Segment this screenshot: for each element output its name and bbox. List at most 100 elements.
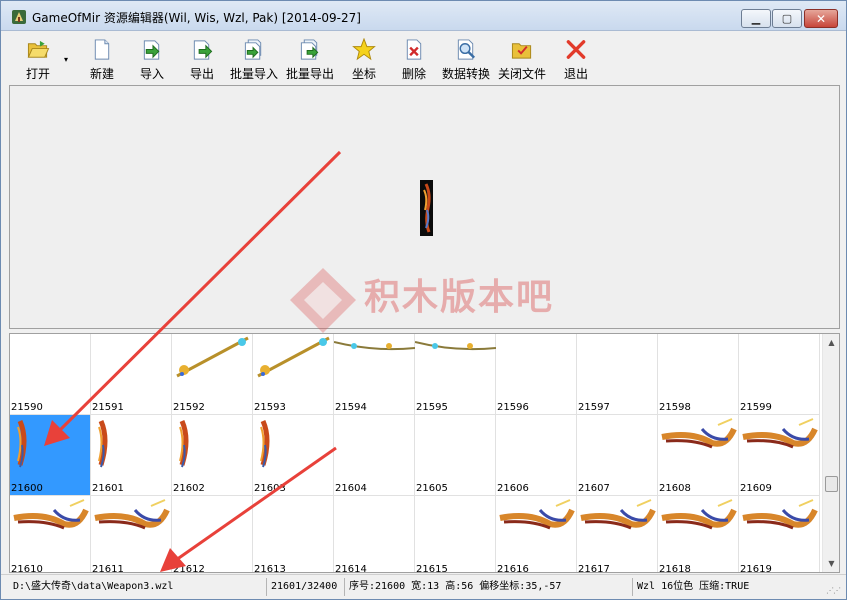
app-icon <box>12 10 26 24</box>
thumbnail-cell[interactable]: 21607 <box>577 415 658 496</box>
star-icon <box>352 38 376 61</box>
export-icon <box>193 40 213 60</box>
thumbnail-index-label: 21599 <box>740 402 772 413</box>
sprite-thumbnail <box>742 418 818 449</box>
open-label: 打开 <box>25 67 50 81</box>
close-button[interactable]: ✕ <box>804 9 838 28</box>
thumbnail-cell[interactable]: 21604 <box>334 415 415 496</box>
thumbnail-index-label: 21590 <box>11 402 43 413</box>
thumbnail-cell[interactable]: 21616 <box>496 496 577 572</box>
thumbnail-cell[interactable]: 21594 <box>334 334 415 415</box>
thumbnail-index-label: 21610 <box>11 564 43 573</box>
thumbnail-cell[interactable]: 21598 <box>658 334 739 415</box>
status-image-info: 序号:21600 宽:13 高:56 偏移坐标:35,-57 <box>345 578 633 596</box>
thumbnail-cell[interactable]: 21605 <box>415 415 496 496</box>
delete-icon <box>406 39 422 60</box>
thumbnail-cell[interactable]: 21601 <box>91 415 172 496</box>
thumbnail-cell[interactable]: 21619 <box>739 496 820 573</box>
thumbnail-index-label: 21601 <box>92 483 124 494</box>
title-bar[interactable]: GameOfMir 资源编辑器(Wil, Wis, Wzl, Pak) [201… <box>1 1 846 31</box>
thumbnail-cell[interactable]: 21612 <box>172 496 253 573</box>
window-title: GameOfMir 资源编辑器(Wil, Wis, Wzl, Pak) [201… <box>32 11 361 25</box>
thumbnail-index-label: 21609 <box>740 483 772 494</box>
image-preview-pane[interactable] <box>9 85 840 329</box>
new-button[interactable]: 新建 <box>87 36 117 82</box>
preview-sprite <box>420 180 433 236</box>
thumbnail-cell[interactable]: 21617 <box>577 496 658 573</box>
thumbnail-index-label: 21596 <box>497 402 529 413</box>
thumbnail-cell[interactable]: 21590 <box>10 334 91 415</box>
thumbnail-cell[interactable]: 21611 <box>91 496 172 573</box>
export-button[interactable]: 导出 <box>187 36 217 82</box>
thumbnail-index-label: 21619 <box>740 564 772 573</box>
thumbnail-cell[interactable]: 21609 <box>739 415 820 496</box>
import-label: 导入 <box>139 67 164 81</box>
thumbnail-cell[interactable]: 21597 <box>577 334 658 415</box>
minimize-icon: ▁ <box>751 12 761 25</box>
sprite-thumbnail <box>13 499 89 530</box>
thumbnail-cell[interactable]: 21593 <box>253 334 334 415</box>
thumbnail-cell[interactable]: 21591 <box>91 334 172 415</box>
exit-icon <box>566 40 586 59</box>
thumbnail-cell[interactable]: 21595 <box>415 334 496 415</box>
thumbnail-cell[interactable]: 21596 <box>496 334 577 415</box>
thumbnail-index-label: 21613 <box>254 564 286 573</box>
main-window: GameOfMir 资源编辑器(Wil, Wis, Wzl, Pak) [201… <box>0 0 847 600</box>
thumbnail-index-label: 21605 <box>416 483 448 494</box>
minimize-button[interactable]: ▁ <box>741 9 771 28</box>
resize-grip-icon[interactable]: ⋰⋰ <box>826 586 841 595</box>
sprite-thumbnail <box>742 499 818 530</box>
thumbnail-index-label: 21602 <box>173 483 205 494</box>
batch-import-icon <box>244 39 262 60</box>
delete-button[interactable]: 删除 <box>399 36 429 82</box>
vertical-scrollbar[interactable]: ▲ ▼ <box>822 334 839 572</box>
batch-export-icon <box>300 39 319 60</box>
thumbnail-cell[interactable]: 21613 <box>253 496 334 573</box>
batch-export-label: 批量导出 <box>285 67 334 81</box>
new-label: 新建 <box>89 67 114 81</box>
batch-import-button[interactable]: 批量导入 <box>229 36 279 82</box>
import-button[interactable]: 导入 <box>137 36 167 82</box>
open-button[interactable]: 打开 <box>21 36 55 82</box>
thumbnail-cell[interactable]: 21602 <box>172 415 253 496</box>
thumbnail-index-label: 21600 <box>11 483 43 494</box>
sprite-thumbnail <box>179 419 189 468</box>
sprite-thumbnail <box>661 499 737 530</box>
folder-open-icon <box>27 40 50 58</box>
status-position: 21601/32400 <box>267 578 345 596</box>
thumbnail-cell[interactable]: 21610 <box>10 496 91 573</box>
thumbnail-cell[interactable]: 21599 <box>739 334 820 415</box>
scroll-thumb[interactable] <box>825 476 838 492</box>
thumbnail-cell[interactable]: 21600 <box>10 415 91 496</box>
thumbnail-cell[interactable]: 21608 <box>658 415 739 496</box>
maximize-button[interactable]: ▢ <box>772 9 802 28</box>
new-file-icon <box>94 39 110 60</box>
coordinates-button[interactable]: 坐标 <box>349 36 379 82</box>
thumbnail-cell[interactable]: 21618 <box>658 496 739 572</box>
thumbnail-index-label: 21597 <box>578 402 610 413</box>
delete-label: 删除 <box>401 67 426 81</box>
thumbnail-cell[interactable]: 21615 <box>415 496 496 572</box>
thumbnail-index-label: 21604 <box>335 483 367 494</box>
sprite-thumbnail <box>176 336 249 378</box>
close-file-icon <box>511 43 532 59</box>
close-icon: ✕ <box>815 11 827 26</box>
thumbnail-cell[interactable]: 21606 <box>496 415 577 496</box>
thumbnail-cell[interactable]: 21592 <box>172 334 253 415</box>
data-convert-button[interactable]: 数据转换 <box>441 36 491 82</box>
thumbnail-index-label: 21611 <box>92 564 124 573</box>
open-dropdown-arrow[interactable]: ▾ <box>64 55 68 64</box>
batch-export-button[interactable]: 批量导出 <box>285 36 335 82</box>
scroll-down-icon[interactable]: ▼ <box>823 555 839 572</box>
thumbnail-index-label: 21592 <box>173 402 205 413</box>
thumbnail-index-label: 21617 <box>578 564 610 573</box>
thumbnail-cell[interactable]: 21603 <box>253 415 334 496</box>
thumbnail-index-label: 21593 <box>254 402 286 413</box>
sprite-thumbnail <box>17 419 27 468</box>
exit-button[interactable]: 退出 <box>561 36 591 82</box>
thumbnail-index-label: 21612 <box>173 564 205 573</box>
close-file-button[interactable]: 关闭文件 <box>497 36 547 82</box>
thumbnail-cell[interactable]: 21614 <box>334 496 415 572</box>
thumbnail-grid[interactable]: 21590 21591 21592 21593 21594 21595 21596 21597… <box>9 333 840 573</box>
scroll-up-icon[interactable]: ▲ <box>823 334 839 351</box>
